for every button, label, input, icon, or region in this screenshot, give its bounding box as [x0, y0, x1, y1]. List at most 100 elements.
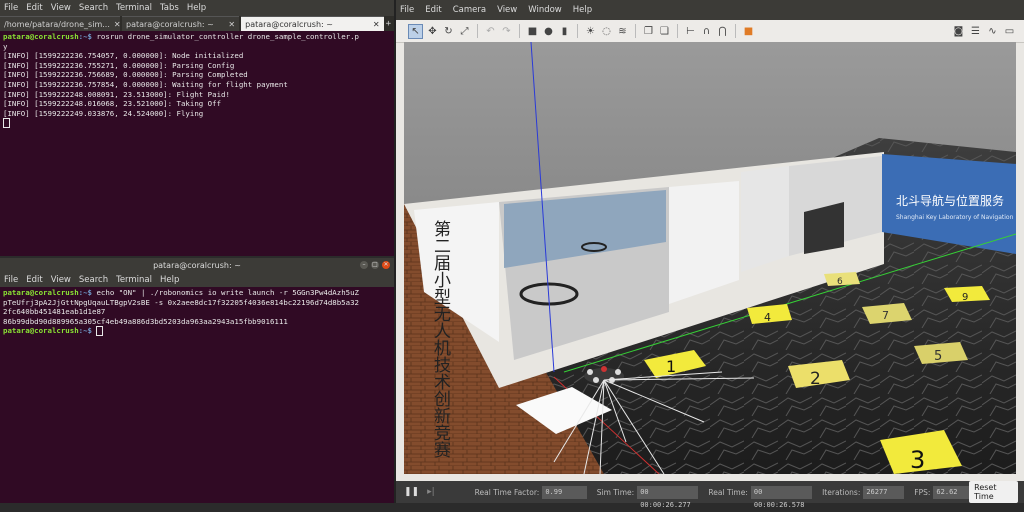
- menu-terminal[interactable]: Terminal: [116, 3, 152, 13]
- terminal2-titlebar[interactable]: patara@coralcrush: ~ – □ ✕: [0, 258, 394, 272]
- prompt-user: patara@coralcrush: [3, 288, 79, 297]
- rotate-icon[interactable]: ↻: [442, 25, 455, 38]
- pause-icon[interactable]: ❚❚: [404, 487, 419, 497]
- select-arrow-icon[interactable]: ↖: [408, 23, 423, 39]
- menu-help[interactable]: Help: [160, 275, 179, 285]
- translate-icon[interactable]: ✥: [426, 25, 439, 38]
- menu-edit[interactable]: Edit: [26, 275, 42, 285]
- reset-time-button[interactable]: Reset Time: [969, 481, 1018, 503]
- terminal-cursor: [3, 118, 10, 129]
- step-icon[interactable]: ▸|: [427, 487, 435, 497]
- log-icon[interactable]: ☰: [969, 25, 982, 38]
- poster-info-2: [741, 166, 789, 272]
- tab-drone-sim[interactable]: /home/patara/drone_sim... ✕: [0, 16, 121, 31]
- sim-time-label: Sim Time:: [596, 487, 635, 497]
- log-line: [INFO] [1599222236.756689, 0.000000]: Pa…: [3, 70, 248, 80]
- toolbar-separator: [635, 24, 636, 38]
- terminal-window-1[interactable]: File Edit View Search Terminal Tabs Help…: [0, 0, 394, 256]
- rtf-value: 0.99: [542, 485, 587, 499]
- output-hash: 86b99dbd90d889965a305cf4eb49a886d3bd5203…: [3, 316, 288, 326]
- iterations-label: Iterations:: [822, 487, 861, 497]
- command-text: 2fc640bb451481eab1d1e87: [3, 307, 106, 317]
- menu-window[interactable]: Window: [528, 5, 562, 15]
- video-record-icon[interactable]: ▭: [1003, 25, 1016, 38]
- menu-terminal[interactable]: Terminal: [116, 275, 152, 285]
- pad-label: 2: [810, 369, 821, 389]
- cylinder-shape-icon[interactable]: ▮: [558, 25, 571, 38]
- 3d-viewport[interactable]: 第二届小型无人机技术创新竞赛 北斗导航与位置服务 Shanghai Key La…: [404, 42, 1016, 474]
- terminal1-menubar: File Edit View Search Terminal Tabs Help: [0, 0, 394, 16]
- tab-label: patara@coralcrush: ~: [126, 19, 214, 29]
- close-icon[interactable]: ✕: [228, 20, 235, 29]
- change-view-icon[interactable]: ■: [742, 25, 755, 38]
- fps-label: FPS:: [914, 487, 931, 497]
- screenshot-icon[interactable]: ◙: [952, 25, 965, 38]
- menu-tabs[interactable]: Tabs: [160, 3, 179, 13]
- sphere-shape-icon[interactable]: ●: [542, 25, 555, 38]
- gazebo-window[interactable]: File Edit Camera View Window Help ↖ ✥ ↻ …: [396, 0, 1024, 509]
- menu-camera[interactable]: Camera: [453, 5, 486, 15]
- tab-coralcrush-1[interactable]: patara@coralcrush: ~ ✕: [122, 16, 240, 31]
- align-icon[interactable]: ⊢: [684, 25, 697, 38]
- menu-search[interactable]: Search: [79, 3, 108, 13]
- directional-light-icon[interactable]: ≋: [616, 25, 629, 38]
- command-text: rosrun drone_simulator_controller drone_…: [92, 32, 359, 41]
- menu-view[interactable]: View: [51, 275, 71, 285]
- paste-icon[interactable]: ❏: [658, 25, 671, 38]
- banner-text-left: 第二届小型无人机技术创新竞赛: [430, 220, 451, 458]
- terminal-cursor: [96, 326, 104, 337]
- menu-search[interactable]: Search: [79, 275, 108, 285]
- rtf-label: Real Time Factor:: [474, 487, 540, 497]
- menu-view[interactable]: View: [497, 5, 517, 15]
- log-line: [INFO] [1599222236.757854, 0.000000]: Wa…: [3, 79, 288, 89]
- log-line: [INFO] [1599222236.755271, 0.000000]: Pa…: [3, 60, 235, 70]
- terminal2-output[interactable]: patara@coralcrush :~$ echo "ON" | ./robon…: [0, 287, 394, 337]
- command-text: echo "ON" | ./robonomics io write launch…: [92, 288, 359, 297]
- scene-render[interactable]: 第二届小型无人机技术创新竞赛 北斗导航与位置服务 Shanghai Key La…: [404, 42, 1016, 474]
- prompt-path: :~$: [78, 326, 93, 336]
- toolbar-separator: [577, 24, 578, 38]
- spot-light-icon[interactable]: ◌: [600, 25, 613, 38]
- pad-label: 9: [962, 292, 968, 303]
- menu-help[interactable]: Help: [573, 5, 592, 15]
- plot-icon[interactable]: ∿: [986, 25, 999, 38]
- pad-label: 6: [837, 277, 843, 287]
- menu-view[interactable]: View: [51, 3, 71, 13]
- menu-help[interactable]: Help: [187, 3, 206, 13]
- toolbar-separator: [735, 24, 736, 38]
- pad-label: 4: [764, 311, 771, 324]
- pad-label: 5: [934, 349, 942, 364]
- magnet-icon[interactable]: ⋂: [716, 25, 729, 38]
- point-light-icon[interactable]: ☀: [584, 25, 597, 38]
- menu-edit[interactable]: Edit: [425, 5, 441, 15]
- banner-text-right: 北斗导航与位置服务: [896, 193, 1004, 208]
- pad-label: 1: [666, 357, 676, 376]
- close-icon[interactable]: ✕: [373, 20, 380, 29]
- terminal2-menubar: File Edit View Search Terminal Help: [0, 272, 394, 287]
- menu-file[interactable]: File: [400, 5, 414, 15]
- terminal-window-2[interactable]: patara@coralcrush: ~ – □ ✕ File Edit Vie…: [0, 258, 394, 503]
- command-text: pTeUfrj3pA2JjGttNpgUqauLTBgpV2sBE -s 0x2…: [3, 297, 359, 307]
- close-icon[interactable]: ✕: [114, 20, 121, 29]
- close-icon[interactable]: ✕: [382, 261, 390, 269]
- toolbar-separator: [677, 24, 678, 38]
- menu-edit[interactable]: Edit: [26, 3, 42, 13]
- new-tab-icon[interactable]: +: [386, 16, 394, 31]
- redo-icon[interactable]: ↷: [500, 25, 513, 38]
- prompt-path: :~$: [78, 32, 93, 41]
- real-time-value: 00 00:00:26.578: [750, 485, 813, 509]
- fps-value: 62.62: [933, 485, 970, 499]
- terminal1-output[interactable]: patara@coralcrush:~$ rosrun drone_simula…: [0, 31, 394, 129]
- pad-label: 7: [882, 309, 889, 322]
- copy-icon[interactable]: ❐: [642, 25, 655, 38]
- undo-icon[interactable]: ↶: [484, 25, 497, 38]
- box-shape-icon[interactable]: ■: [526, 25, 539, 38]
- terminal1-tabbar: /home/patara/drone_sim... ✕ patara@coralc…: [0, 16, 394, 31]
- snap-icon[interactable]: ∩: [700, 25, 713, 38]
- maximize-icon[interactable]: □: [371, 261, 379, 269]
- tab-coralcrush-2[interactable]: patara@coralcrush: ~ ✕: [241, 16, 384, 31]
- menu-file[interactable]: File: [4, 3, 18, 13]
- scale-icon[interactable]: ⤢: [458, 25, 471, 38]
- menu-file[interactable]: File: [4, 275, 18, 285]
- minimize-icon[interactable]: –: [360, 261, 368, 269]
